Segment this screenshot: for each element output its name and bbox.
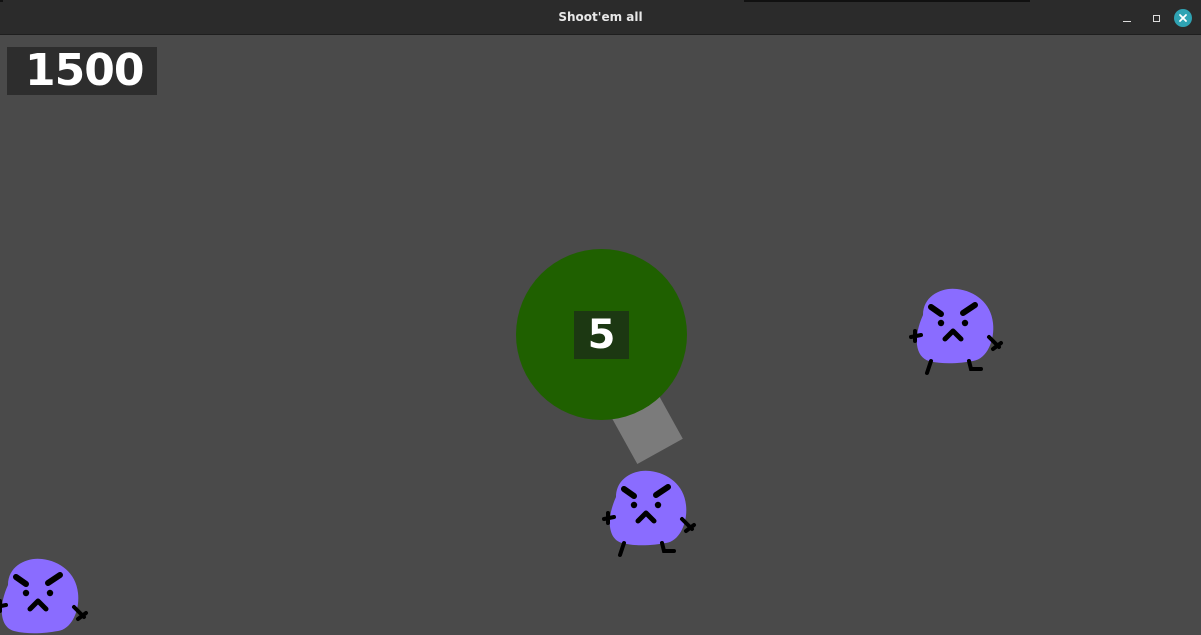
angry-blob-icon bbox=[909, 288, 1003, 375]
score-display: 1500 bbox=[7, 47, 157, 95]
close-button[interactable] bbox=[1173, 8, 1193, 28]
enemy-blob bbox=[598, 467, 698, 567]
titlebar-edge-left bbox=[0, 0, 3, 2]
maximize-icon bbox=[1152, 14, 1160, 22]
enemy-blob bbox=[905, 285, 1005, 385]
enemy-blob bbox=[0, 555, 90, 635]
angry-blob-icon bbox=[602, 470, 696, 557]
minimize-button[interactable] bbox=[1117, 8, 1137, 28]
window-title: Shoot'em all bbox=[558, 10, 643, 24]
player-turret: 5 bbox=[516, 249, 687, 420]
titlebar-edge-right bbox=[744, 0, 1030, 2]
ammo-counter: 5 bbox=[574, 311, 629, 359]
game-window: Shoot'em all 1500 5 bbox=[0, 0, 1201, 635]
minimize-icon bbox=[1123, 20, 1131, 22]
title-bar[interactable]: Shoot'em all bbox=[0, 0, 1201, 35]
close-icon bbox=[1174, 9, 1192, 27]
maximize-button[interactable] bbox=[1146, 8, 1166, 28]
game-canvas[interactable]: 1500 5 bbox=[0, 35, 1201, 635]
angry-blob-icon bbox=[0, 558, 88, 634]
